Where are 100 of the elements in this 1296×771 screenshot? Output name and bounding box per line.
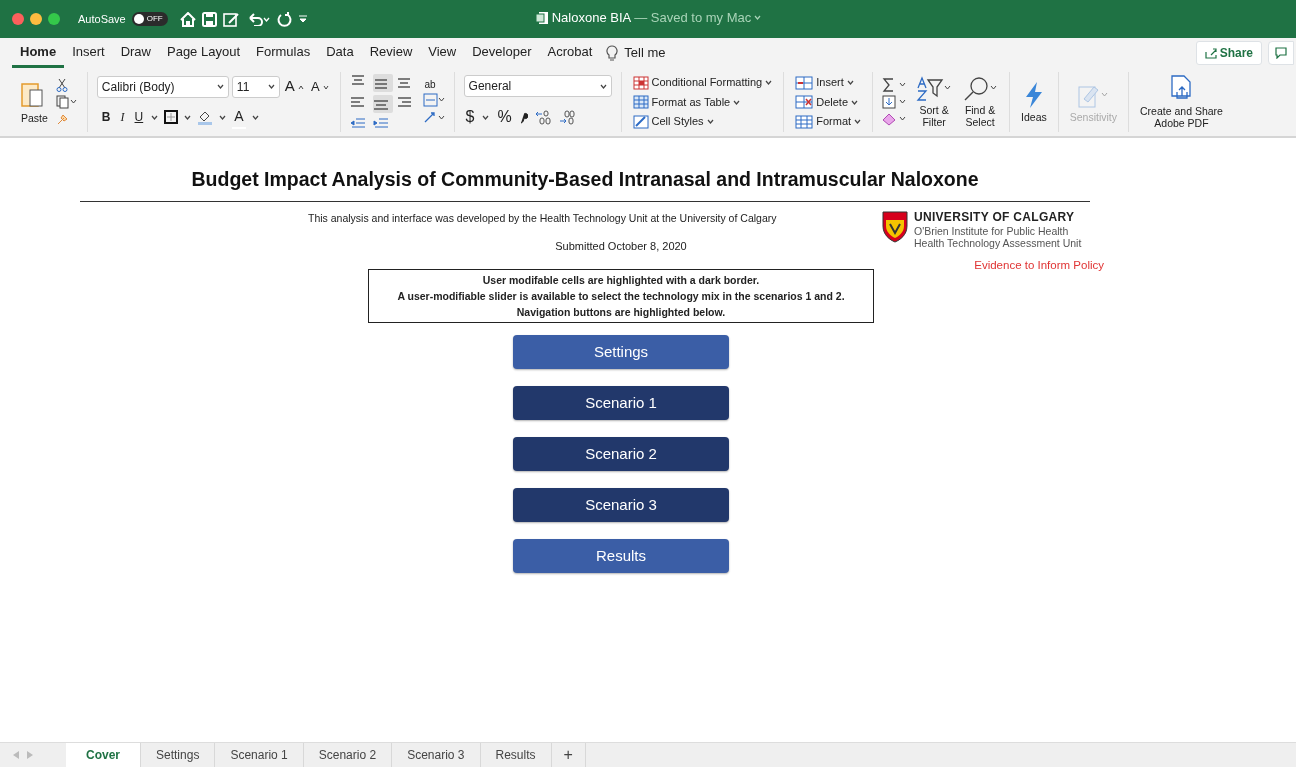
caret-icon (151, 114, 159, 120)
borders-icon[interactable] (164, 110, 179, 125)
crest-icon (882, 211, 908, 244)
fill-color-icon[interactable] (197, 109, 214, 126)
increase-decimal-icon[interactable] (533, 109, 552, 125)
format-painter-icon[interactable] (55, 112, 70, 126)
home-icon[interactable] (179, 11, 196, 27)
redo-icon[interactable] (275, 11, 292, 27)
caret-icon (851, 99, 858, 105)
tell-me-search[interactable]: Tell me (624, 43, 666, 63)
percent-button[interactable]: % (495, 105, 514, 129)
autosave-label: AutoSave (78, 11, 126, 27)
decrease-decimal-icon[interactable] (557, 109, 576, 125)
paste-button[interactable]: Paste (19, 79, 50, 125)
zoom-button[interactable] (48, 13, 60, 25)
caret-icon (854, 119, 862, 124)
bold-button[interactable]: B (99, 108, 113, 127)
font-color-button[interactable]: A (232, 105, 246, 129)
caret-icon (846, 80, 854, 85)
autosave-toggle[interactable]: OFF (131, 12, 168, 26)
share-button[interactable]: Share (1195, 41, 1262, 65)
ribbon-menu-button[interactable]: Conditional Formatting (630, 74, 775, 91)
wrap-text-button[interactable]: ab (422, 80, 445, 90)
ribbon-menu-button[interactable]: Cell Styles (630, 113, 716, 130)
navigation-button[interactable]: Scenario 3 (513, 488, 729, 523)
underline-button[interactable]: U (132, 108, 146, 127)
ribbon-tab[interactable]: Developer (464, 37, 540, 69)
currency-button[interactable]: $ (463, 105, 477, 129)
caret-icon (322, 84, 329, 89)
ideas-button[interactable]: Ideas (1019, 80, 1049, 124)
sheet-tab[interactable]: Cover (66, 743, 141, 767)
comment-icon (1275, 47, 1287, 60)
align-right-icon[interactable] (395, 95, 412, 109)
create-adobe-pdf-button[interactable]: Create and Share Adobe PDF (1138, 74, 1225, 130)
ribbon-tab[interactable]: Formulas (248, 37, 319, 69)
decrease-font-size-button[interactable]: A (308, 76, 331, 97)
credit-text: This analysis and interface was developed by the Health Technology Unit at the University of Calgary (308, 211, 778, 227)
find-select-button[interactable]: Find & Select (960, 75, 1001, 129)
caret-up-icon (297, 84, 304, 89)
navigation-button[interactable]: Scenario 2 (513, 437, 729, 472)
merge-cells-icon[interactable] (422, 93, 445, 107)
ribbon-tab[interactable]: Data (318, 37, 362, 69)
document-title: Naloxone BIA (551, 8, 632, 27)
share-icon (1204, 47, 1217, 59)
navigation-button[interactable]: Scenario 1 (513, 386, 729, 421)
save-icon[interactable] (201, 11, 217, 27)
increase-indent-icon[interactable] (372, 116, 389, 130)
align-middle-icon[interactable] (372, 76, 389, 91)
cut-icon[interactable] (55, 78, 68, 92)
minimize-button[interactable] (30, 13, 42, 25)
caret-icon (219, 114, 227, 120)
number-format-dropdown[interactable]: General (463, 75, 612, 97)
align-left-icon[interactable] (349, 95, 366, 109)
save-status[interactable]: — Saved to my Mac (634, 7, 752, 28)
workbook-icon (534, 10, 549, 25)
align-top-icon[interactable] (349, 74, 366, 88)
caret-icon (733, 99, 741, 105)
insert-cells-icon (795, 75, 814, 90)
ribbon-menu-button[interactable]: Insert (793, 74, 856, 91)
customize-icon[interactable] (297, 14, 308, 24)
institute-line: Health Technology Assessment Unit (914, 236, 1082, 249)
caret-icon (599, 83, 607, 89)
navigation-button[interactable]: Results (513, 539, 729, 574)
sort-filter-button[interactable]: Sort & Filter (914, 75, 955, 129)
caret-icon (765, 80, 773, 85)
caret-icon (184, 114, 192, 120)
font-size-dropdown[interactable]: 11 (231, 75, 280, 98)
delete-cells-icon (795, 95, 814, 109)
institute-line: O'Brien Institute for Public Health (914, 224, 1070, 237)
ribbon-menu-button[interactable]: Delete (793, 93, 860, 111)
italic-button[interactable]: I (118, 108, 127, 127)
ribbon-menu-button[interactable]: Format as Table (630, 93, 743, 111)
caret-icon (706, 119, 714, 124)
ribbon-tab[interactable]: Insert (64, 37, 113, 69)
align-center-icon[interactable] (372, 97, 389, 112)
navigation-button[interactable]: Settings (513, 335, 729, 370)
ribbon-tab[interactable]: View (420, 37, 465, 69)
increase-font-size-button[interactable]: A (282, 75, 306, 98)
ribbon-tab[interactable]: Draw (112, 37, 159, 69)
decrease-indent-icon[interactable] (349, 116, 366, 130)
search-icon (962, 75, 999, 102)
university-name: UNIVERSITY OF CALGARY (914, 211, 1076, 225)
caret-icon (754, 15, 762, 21)
copy-icon[interactable] (55, 95, 78, 109)
ribbon-tab[interactable]: Review (361, 37, 421, 69)
caret-icon (482, 114, 490, 120)
edit-icon[interactable] (222, 11, 240, 27)
caret-icon (216, 84, 224, 89)
orientation-icon[interactable] (422, 110, 445, 124)
notice-box: User modifable cells are highlighted with a dark border. A user-modifiable slider is available to select the technology mix in the scenarios 1 and 2. Navigation buttons are highlighted below. (368, 268, 874, 324)
comments-button[interactable] (1268, 41, 1294, 65)
comma-style-icon[interactable] (519, 110, 528, 124)
font-name-dropdown[interactable]: Calibri (Body) (96, 75, 229, 98)
lightbulb-icon (606, 45, 619, 61)
cell-styles-icon (632, 114, 649, 129)
ribbon-menu-button[interactable]: Format (793, 113, 864, 130)
ribbon-tab[interactable]: Page Layout (159, 37, 248, 69)
ribbon-tab[interactable]: Acrobat (539, 37, 601, 69)
tagline: Evidence to Inform Policy (973, 257, 1104, 273)
sheet-heading: Budget Impact Analysis of Community-Based Intranasal and Intramuscular Naloxone (190, 168, 980, 192)
